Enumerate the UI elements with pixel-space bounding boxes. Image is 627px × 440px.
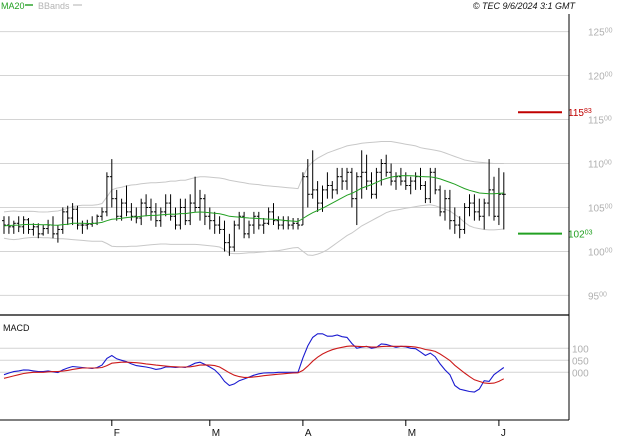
- x-tick-label: A: [305, 428, 312, 439]
- legend-ma-label: MA20: [1, 1, 25, 11]
- x-tick-label: J: [501, 428, 506, 439]
- macd-y-tick-label: 050: [572, 356, 589, 367]
- macd-y-tick-label: 100: [572, 344, 589, 355]
- stock-chart: 1158310203 95001000010500110001150012000…: [0, 0, 627, 440]
- macd-y-axis: 100050000: [572, 344, 589, 379]
- x-tick-label: M: [212, 428, 220, 439]
- legend-bb-label: BBands: [38, 1, 70, 11]
- macd-title: MACD: [3, 323, 30, 333]
- x-tick-label: M: [408, 428, 416, 439]
- chart-background: [0, 0, 627, 440]
- macd-y-tick-label: 000: [572, 368, 589, 379]
- x-tick-label: F: [114, 428, 120, 439]
- copyright-text: © TEC 9/6/2024 3:1 GMT: [473, 1, 577, 11]
